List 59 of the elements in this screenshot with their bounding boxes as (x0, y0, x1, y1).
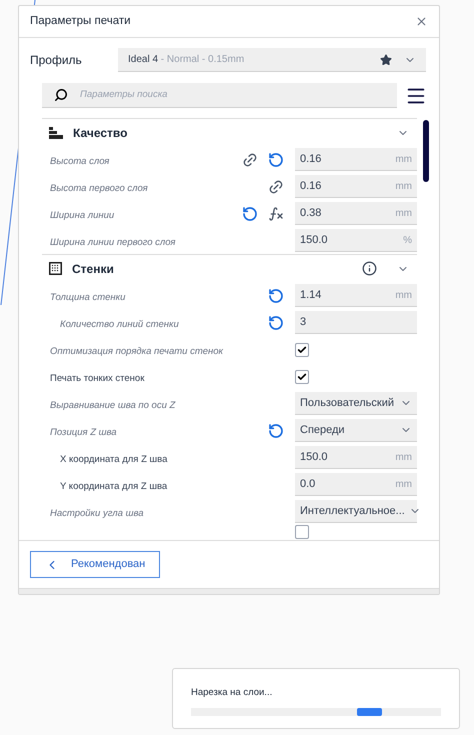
setting-label: Настройки угла шва (50, 508, 144, 518)
info-icon[interactable] (362, 261, 377, 276)
setting-label: Толщина стенки (50, 292, 126, 302)
section-header[interactable]: Качество (42, 119, 417, 146)
number-field[interactable]: 150.0 % (295, 229, 417, 252)
setting-label: Оптимизация порядка печати стенок (50, 346, 224, 356)
profile-dropdown[interactable]: Ideal 4 - Normal - 0.15mm (118, 48, 426, 72)
resize-handle[interactable] (19, 588, 439, 594)
progress-message: Нарезка на слои... (191, 686, 274, 700)
setting-label: Ширина линии первого слоя (50, 236, 176, 248)
number-field[interactable]: 0.0 mm (295, 473, 417, 496)
check-icon (297, 372, 307, 382)
reset-icon[interactable] (242, 206, 258, 222)
window-title: Параметры печати (30, 14, 132, 29)
number-field[interactable]: 0.16 mm (295, 175, 417, 198)
reset-icon[interactable] (268, 152, 284, 168)
recommended-button[interactable]: Рекомендован (30, 551, 160, 578)
checkbox[interactable] (295, 370, 309, 384)
reset-icon[interactable] (268, 288, 284, 304)
setting-label: Y координата для Z шва (60, 480, 168, 492)
reset-icon[interactable] (268, 314, 284, 330)
reset-icon[interactable] (268, 422, 284, 438)
dropdown[interactable]: Пользовательский (295, 392, 417, 415)
number-field[interactable]: 0.16 mm (295, 148, 417, 171)
setting-label: Позиция Z шва (50, 426, 117, 438)
setting-label: Высота слоя (50, 156, 110, 166)
setting-label: Выравнивание шва по оси Z (50, 400, 176, 410)
checkbox[interactable] (295, 342, 309, 356)
unit-label: mm (395, 288, 412, 302)
setting-label: Высота первого слоя (50, 182, 148, 194)
dropdown[interactable]: Спереди (295, 419, 417, 442)
layers-icon (49, 126, 63, 138)
unit-label: mm (395, 206, 412, 220)
unit-label: mm (395, 478, 412, 492)
unit-label: mm (395, 180, 412, 194)
grid-square-icon (49, 262, 62, 275)
setting-label: Печать тонких стенок (50, 372, 144, 384)
number-field[interactable]: 150.0 mm (295, 446, 417, 469)
setting-label: X координата для Z шва (60, 454, 168, 464)
dropdown[interactable]: Интеллектуальное... (295, 500, 417, 523)
unit-label: mm (395, 152, 412, 166)
setting-label: Количество линий стенки (60, 318, 179, 330)
number-field[interactable]: 1.14 mm (295, 284, 417, 307)
checkbox[interactable] (295, 525, 309, 539)
number-field[interactable]: 3 (295, 311, 417, 334)
section-header[interactable]: Стенки (42, 255, 417, 282)
unit-label: % (403, 234, 412, 248)
number-field[interactable]: 0.38 mm (295, 202, 417, 225)
check-icon (297, 344, 307, 354)
unit-label: mm (395, 450, 412, 464)
star-icon[interactable] (380, 54, 392, 66)
scrollbar-thumb[interactable] (423, 120, 429, 182)
progress-indicator (357, 708, 382, 716)
search-icon (54, 88, 68, 102)
search-input[interactable]: Параметры поиска (80, 88, 385, 102)
close-icon[interactable] (415, 15, 428, 28)
setting-label: Ширина линии (50, 210, 114, 220)
profile-label: Профиль (30, 52, 83, 69)
search-field[interactable]: Параметры поиска (42, 83, 397, 108)
